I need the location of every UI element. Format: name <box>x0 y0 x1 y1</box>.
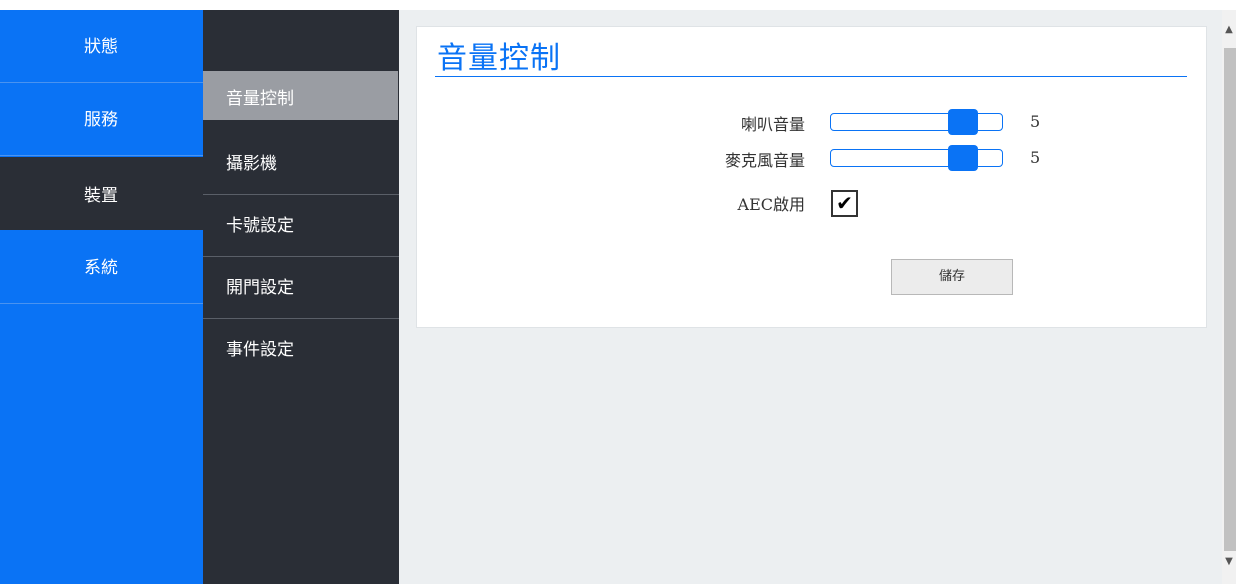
title-divider <box>435 76 1187 77</box>
aec-enable-checkbox[interactable]: ✔ <box>831 190 858 217</box>
secondary-nav: 音量控制 攝影機 卡號設定 開門設定 事件設定 <box>203 10 399 584</box>
subnav-item-door-settings[interactable]: 開門設定 <box>203 257 399 319</box>
speaker-volume-thumb[interactable] <box>948 109 978 135</box>
subnav-item-card-settings[interactable]: 卡號設定 <box>203 195 399 257</box>
speaker-volume-slider[interactable] <box>830 109 1003 135</box>
checkmark-icon: ✔ <box>836 191 853 215</box>
subnav-item-label: 開門設定 <box>226 278 294 298</box>
scrollbar-thumb[interactable] <box>1224 48 1236 551</box>
subnav-item-volume-control[interactable]: 音量控制 <box>203 71 398 120</box>
mic-volume-slider[interactable] <box>830 145 1003 171</box>
nav-item-services[interactable]: 服務 <box>0 83 203 156</box>
nav-item-system[interactable]: 系統 <box>0 231 203 304</box>
speaker-volume-value: 5 <box>1030 112 1041 131</box>
speaker-volume-label: 喇叭音量 <box>740 115 805 134</box>
vertical-scrollbar[interactable]: ▲ ▼ <box>1222 10 1236 584</box>
nav-item-status[interactable]: 狀態 <box>0 10 203 83</box>
subnav-item-label: 攝影機 <box>226 154 277 174</box>
content-area: 音量控制 喇叭音量 5 麥克風音量 5 AEC啟用 ✔ 儲存 <box>399 10 1222 584</box>
nav-item-label: 服務 <box>84 110 118 130</box>
chevron-up-icon[interactable]: ▲ <box>1222 24 1236 38</box>
nav-item-label: 系統 <box>84 258 118 278</box>
subnav-item-label: 音量控制 <box>226 89 294 109</box>
nav-item-label: 裝置 <box>84 186 118 206</box>
primary-nav: 狀態 服務 裝置 系統 <box>0 10 203 584</box>
aec-enable-label: AEC啟用 <box>737 195 805 214</box>
subnav-item-label: 事件設定 <box>226 340 294 360</box>
mic-volume-value: 5 <box>1030 148 1041 167</box>
subnav-item-label: 卡號設定 <box>226 216 294 236</box>
subnav-item-event-settings[interactable]: 事件設定 <box>203 319 399 381</box>
mic-volume-thumb[interactable] <box>948 145 978 171</box>
chevron-down-icon[interactable]: ▼ <box>1222 556 1236 570</box>
page-title: 音量控制 <box>437 41 561 76</box>
volume-control-panel: 音量控制 喇叭音量 5 麥克風音量 5 AEC啟用 ✔ 儲存 <box>416 26 1207 328</box>
nav-item-label: 狀態 <box>84 37 118 57</box>
save-button[interactable]: 儲存 <box>891 259 1013 295</box>
subnav-item-camera[interactable]: 攝影機 <box>203 133 399 195</box>
nav-item-device[interactable]: 裝置 <box>0 157 203 230</box>
mic-volume-label: 麥克風音量 <box>724 151 805 170</box>
